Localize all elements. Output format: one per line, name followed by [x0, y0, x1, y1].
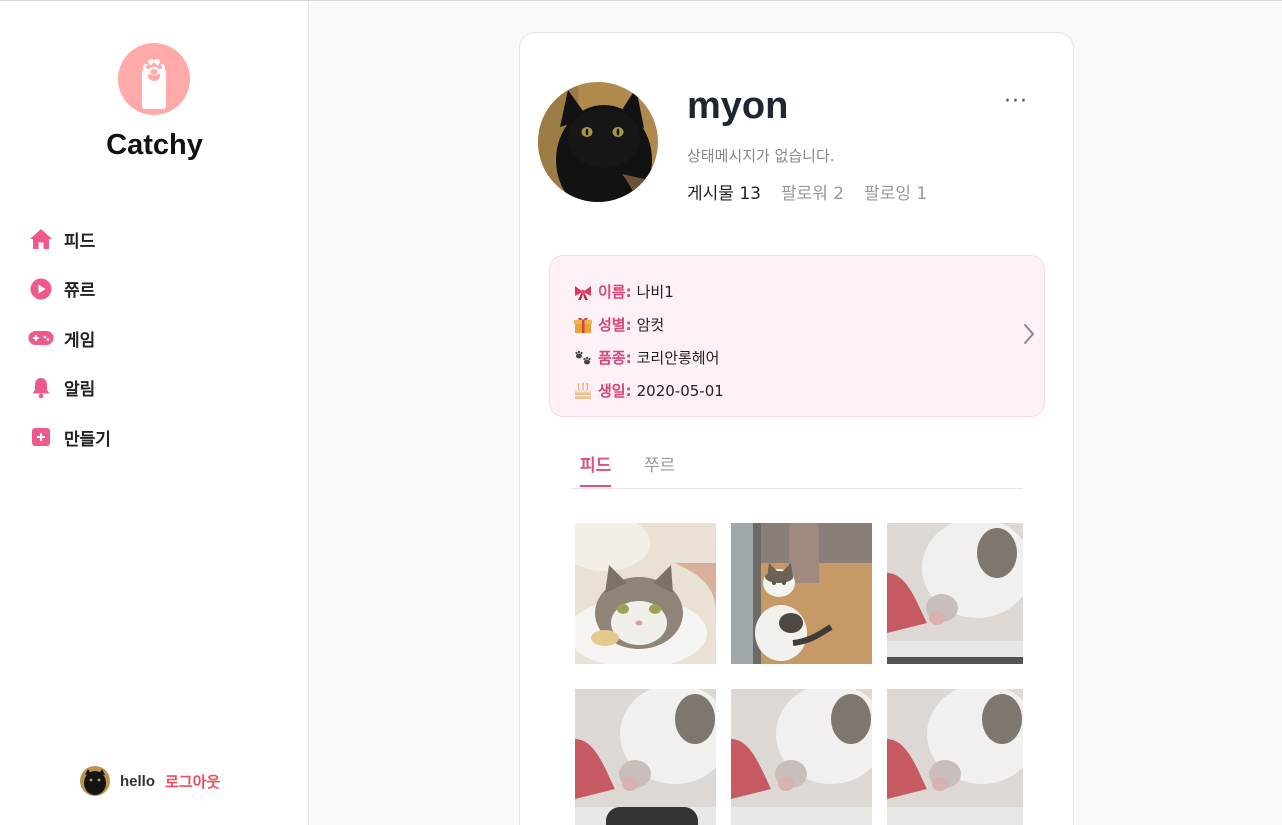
status-message: 상태메시지가 없습니다.: [687, 147, 835, 165]
play-icon: [28, 276, 54, 302]
bell-icon: [28, 375, 54, 401]
nav-item-label: 피드: [64, 231, 96, 252]
logo[interactable]: [118, 43, 190, 115]
logout-button[interactable]: 로그아웃: [165, 771, 220, 792]
posts-count: 게시물 13: [687, 184, 761, 204]
profile-tabs: 피드 쭈르: [571, 443, 1023, 489]
pet-breed-row: 품종: 코리안롱헤어: [573, 347, 719, 368]
pet-birthday-row: 생일: 2020-05-01: [573, 380, 724, 401]
avatar[interactable]: [80, 766, 110, 796]
post-thumbnail[interactable]: [575, 523, 716, 664]
gamepad-icon: [28, 325, 54, 351]
nav-item-label: 알림: [64, 380, 96, 400]
following-count[interactable]: 팔로잉 1: [864, 179, 927, 204]
current-username: hello: [120, 772, 156, 790]
profile-stats: 게시물 13 팔로워 2 팔로잉 1: [687, 179, 927, 204]
gift-icon: [573, 316, 593, 334]
main-nav: 피드 쮸르 게임 알림 만들기: [28, 225, 111, 473]
sidebar: Catchy 피드 쮸르 게임 알림 만들기 hello 로그아웃: [0, 1, 309, 825]
pet-birthday-value: 2020-05-01: [636, 381, 724, 400]
post-thumbnail[interactable]: [887, 689, 1028, 825]
more-options-icon[interactable]: ···: [1004, 89, 1028, 114]
pet-info-card[interactable]: 이름: 나비1 성별: 암컷 품종: 코리안롱헤어 생일: 2020-05-01: [549, 255, 1045, 417]
nav-item-label: 쮸르: [64, 281, 96, 301]
home-icon: [28, 226, 54, 252]
profile-username: myon: [687, 85, 789, 127]
post-thumbnail[interactable]: [575, 689, 716, 825]
pet-birthday-label: 생일:: [598, 382, 632, 400]
pet-gender-row: 성별: 암컷: [573, 314, 664, 335]
tab-shorts[interactable]: 쭈르: [644, 451, 675, 476]
pet-breed-label: 품종:: [598, 349, 632, 367]
profile-card: myon ··· 상태메시지가 없습니다. 게시물 13 팔로워 2 팔로잉 1…: [519, 32, 1074, 825]
pet-gender-label: 성별:: [598, 316, 632, 334]
plus-square-icon: [28, 424, 54, 450]
tab-feed[interactable]: 피드: [580, 451, 612, 487]
profile-avatar: [538, 82, 658, 202]
followers-count[interactable]: 팔로워 2: [781, 179, 844, 204]
ribbon-icon: [573, 283, 593, 301]
current-user: hello 로그아웃: [80, 766, 220, 796]
nav-item-game[interactable]: 게임: [28, 324, 111, 352]
chevron-right-icon[interactable]: [1022, 322, 1036, 350]
nav-item-shorts[interactable]: 쮸르: [28, 275, 111, 303]
pet-gender-value: 암컷: [636, 316, 665, 334]
brand-name: Catchy: [106, 129, 203, 161]
floating-toolbar[interactable]: [606, 807, 698, 825]
nav-item-feed[interactable]: 피드: [28, 225, 111, 253]
post-thumbnail[interactable]: [731, 523, 872, 664]
nav-item-label: 만들기: [64, 429, 111, 450]
post-thumbnail[interactable]: [887, 523, 1028, 664]
birthday-cake-icon: [573, 382, 593, 400]
pet-breed-value: 코리안롱헤어: [636, 349, 720, 367]
paw-prints-icon: [573, 349, 593, 367]
pet-name-value: 나비1: [636, 283, 674, 301]
nav-item-create[interactable]: 만들기: [28, 423, 111, 451]
post-thumbnail[interactable]: [731, 689, 872, 825]
nav-item-label: 게임: [64, 330, 96, 351]
cat-paw-icon: [142, 59, 166, 109]
pet-name-label: 이름:: [598, 283, 632, 301]
pet-name-row: 이름: 나비1: [573, 281, 674, 302]
nav-item-notifications[interactable]: 알림: [28, 374, 111, 402]
